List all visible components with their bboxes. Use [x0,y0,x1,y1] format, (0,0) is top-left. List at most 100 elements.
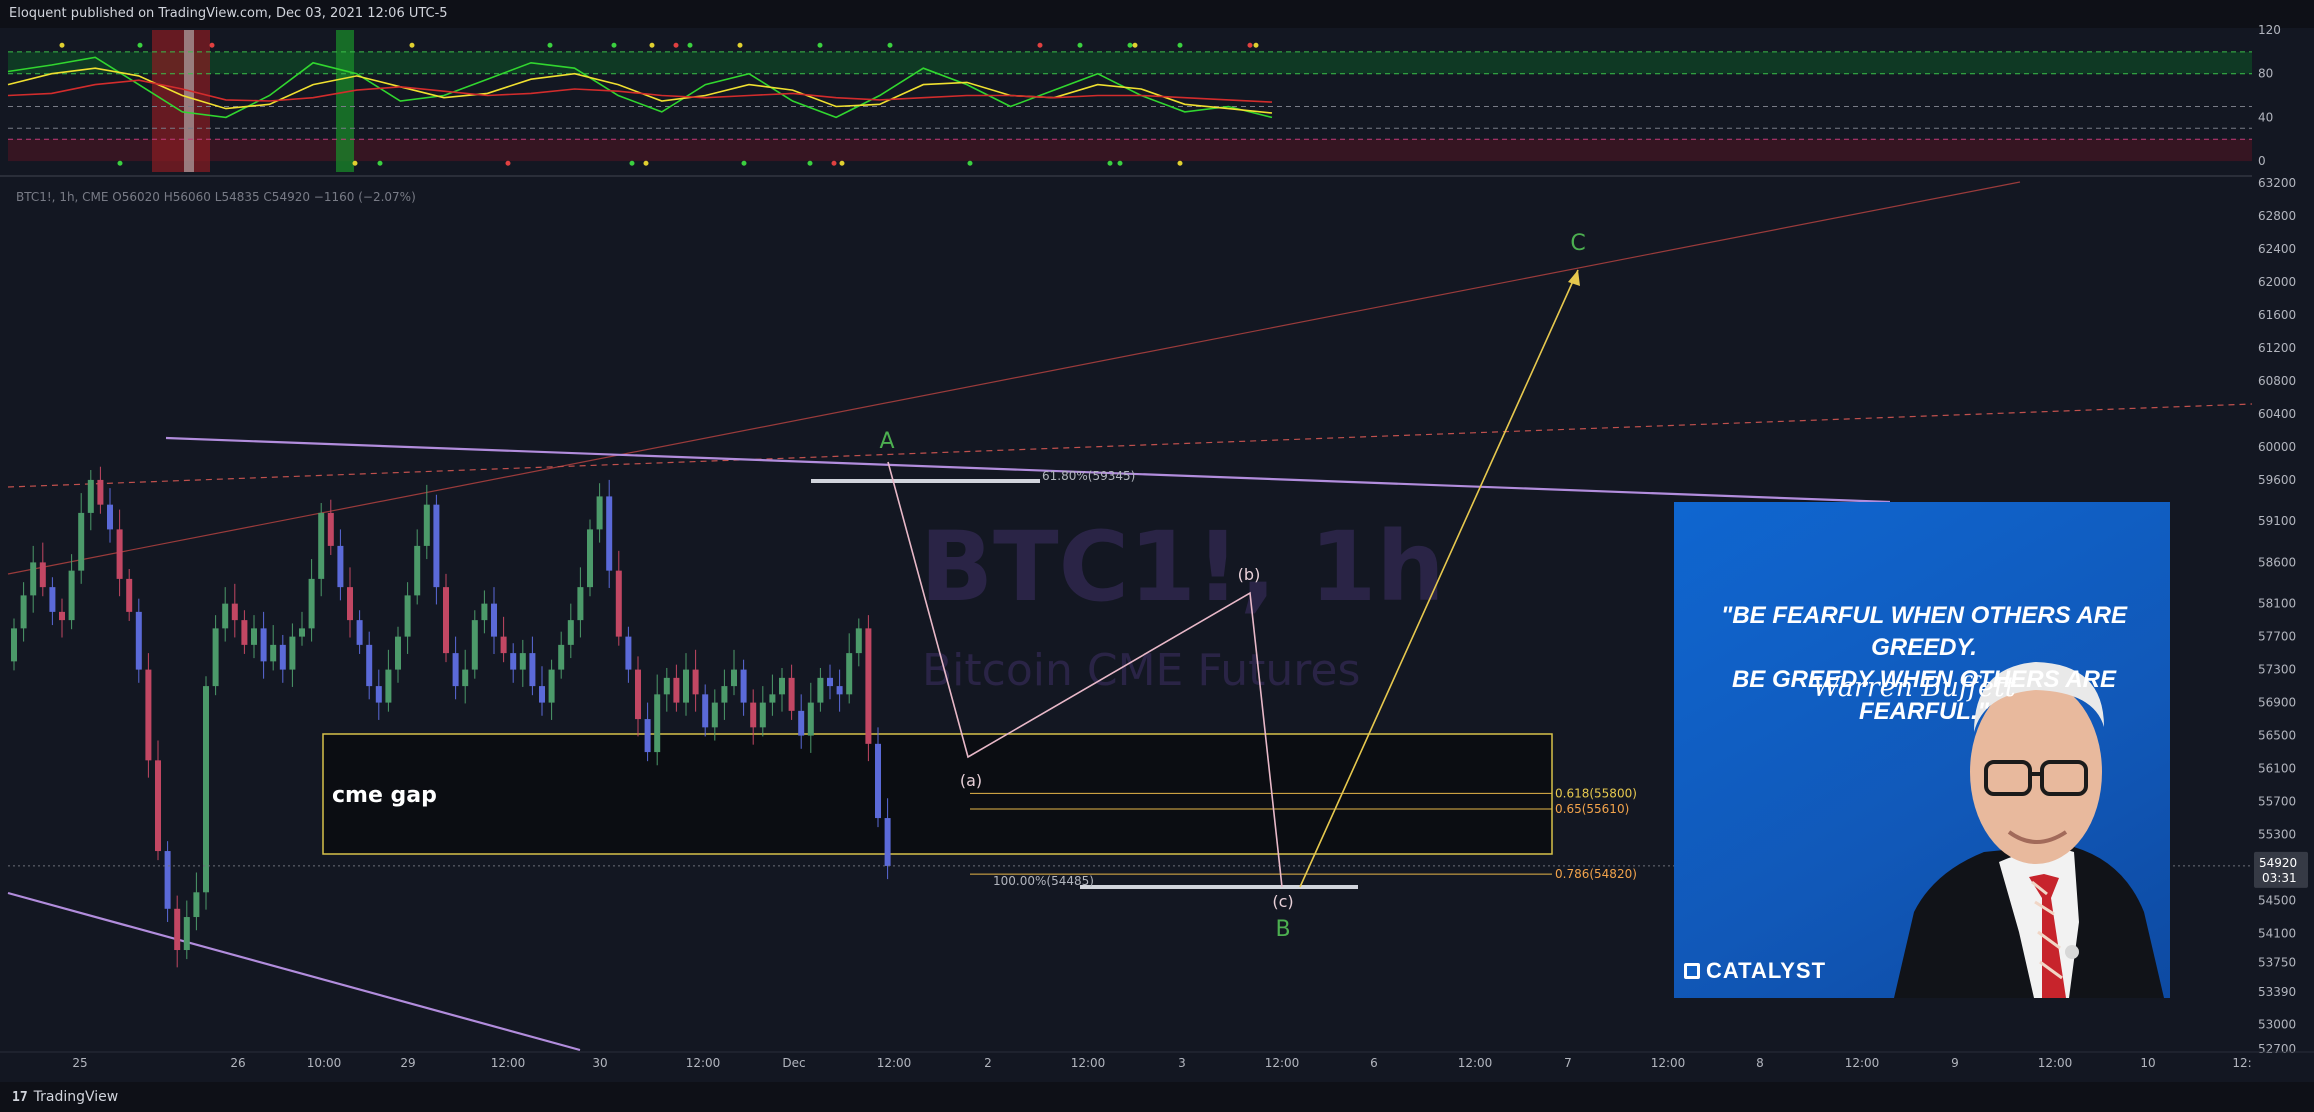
candle-body [260,628,267,662]
candle-body [711,702,718,728]
candle-body [663,677,670,695]
fib-top-label: 61.80%(59345) [1042,469,1135,483]
price-tick-label: 62800 [2258,209,2296,223]
indicator-signal-dot [611,42,617,48]
time-tick-label: 10:00 [307,1056,342,1070]
symbol-watermark-subtitle: Bitcoin CME Futures [922,645,1360,696]
candle-body [289,636,296,670]
candle-body [452,653,459,687]
catalyst-logo-icon [1684,963,1700,979]
tradingview-footer: 17 TradingView [0,1082,2314,1112]
indicator-tick-label: 120 [2258,23,2281,37]
indicator-signal-dot [807,160,813,166]
price-tick-label: 58600 [2258,555,2296,569]
projection-arrowhead [1568,270,1580,286]
indicator-signal-dot [643,160,649,166]
time-tick-label: 12:00 [1071,1056,1106,1070]
indicator-signal-dot [629,160,635,166]
indicator-signal-dot [1037,42,1043,48]
indicator-signal-dot [117,160,123,166]
time-tick-label: 29 [400,1056,415,1070]
time-tick-label: 3 [1178,1056,1186,1070]
indicator-signal-dot [741,160,747,166]
candle-body [87,479,94,513]
candle-body [241,620,248,645]
catalyst-brand: CATALYST [1684,958,1826,984]
price-tick-label: 56900 [2258,696,2296,710]
cme-gap-label: cme gap [332,783,437,808]
signal-marker [184,30,194,172]
price-tick-label: 58100 [2258,597,2296,611]
subwave-label-c: (c) [1272,892,1293,911]
time-tick-label: Dec [782,1056,805,1070]
indicator-signal-dot [1247,42,1253,48]
time-tick-label: 12:00 [1265,1056,1300,1070]
candle-body [279,644,286,670]
candle-body [654,694,661,753]
candle-body [471,620,478,670]
candle-body [587,529,593,588]
price-tick-label: 52700 [2258,1042,2296,1056]
price-tick-label: 56100 [2258,762,2296,776]
indicator-signal-dot [967,160,973,166]
candle-body [625,636,632,670]
candle-body [807,702,814,736]
candle-body [251,628,257,645]
candle-body [183,917,190,951]
candle-body [462,669,469,687]
indicator-signal-dot [687,42,693,48]
candle-body [97,479,104,505]
candle-body [318,512,325,579]
candle-body [855,628,862,654]
quote-card: "BE FEARFUL WHEN OTHERS ARE GREEDY. BE G… [1674,502,2170,998]
candle-body [731,669,737,687]
indicator-signal-dot [137,42,143,48]
candle-body [558,644,565,670]
price-tick-label: 62400 [2258,242,2296,256]
indicator-tick-label: 40 [2258,110,2273,124]
indicator-signal-dot [737,42,743,48]
tradingview-brand[interactable]: 17 TradingView [12,1089,118,1105]
indicator-signal-dot [1107,160,1113,166]
price-tick-label: 59100 [2258,514,2296,528]
candle-body [846,653,853,695]
candle-body [231,603,238,621]
candle-body [539,686,545,703]
signal-zone-green [336,30,354,172]
time-tick-label: 8 [1756,1056,1764,1070]
quote-author: Warren Buffett [1812,672,2016,703]
price-tick-label: 59600 [2258,473,2296,487]
candle-body [155,760,161,852]
candle-body [481,603,488,621]
indicator-tick-label: 0 [2258,154,2266,168]
price-tick-label: 61200 [2258,341,2296,355]
candle-body [375,686,382,703]
price-tick-label: 55700 [2258,795,2296,809]
candle-body [308,578,315,629]
candle-body [644,719,651,753]
indicator-signal-dot [817,42,823,48]
fib-level-label: 0.65(55610) [1555,802,1629,816]
candle-body [683,669,689,703]
indicator-signal-dot [649,42,655,48]
candle-body [500,636,507,654]
candle-body [788,677,795,711]
indicator-signal-dot [209,42,215,48]
candle-body [798,710,805,736]
price-tick-label: 60000 [2258,440,2296,454]
candle-body [510,653,517,670]
time-tick-label: 6 [1370,1056,1378,1070]
candle-body [49,587,56,612]
candle-body [750,702,757,728]
indicator-signal-dot [1127,42,1133,48]
candle-body [827,677,833,687]
bar-countdown-label: 03:31 [2262,871,2297,885]
candle-body [491,603,497,637]
candle-body [299,628,305,637]
indicator-signal-dot [831,160,837,166]
time-tick-label: 12:00 [1458,1056,1493,1070]
candle-body [385,669,392,703]
price-tick-label: 54100 [2258,927,2296,941]
candle-body [740,669,747,703]
triangle-lower-line [7,891,581,1052]
